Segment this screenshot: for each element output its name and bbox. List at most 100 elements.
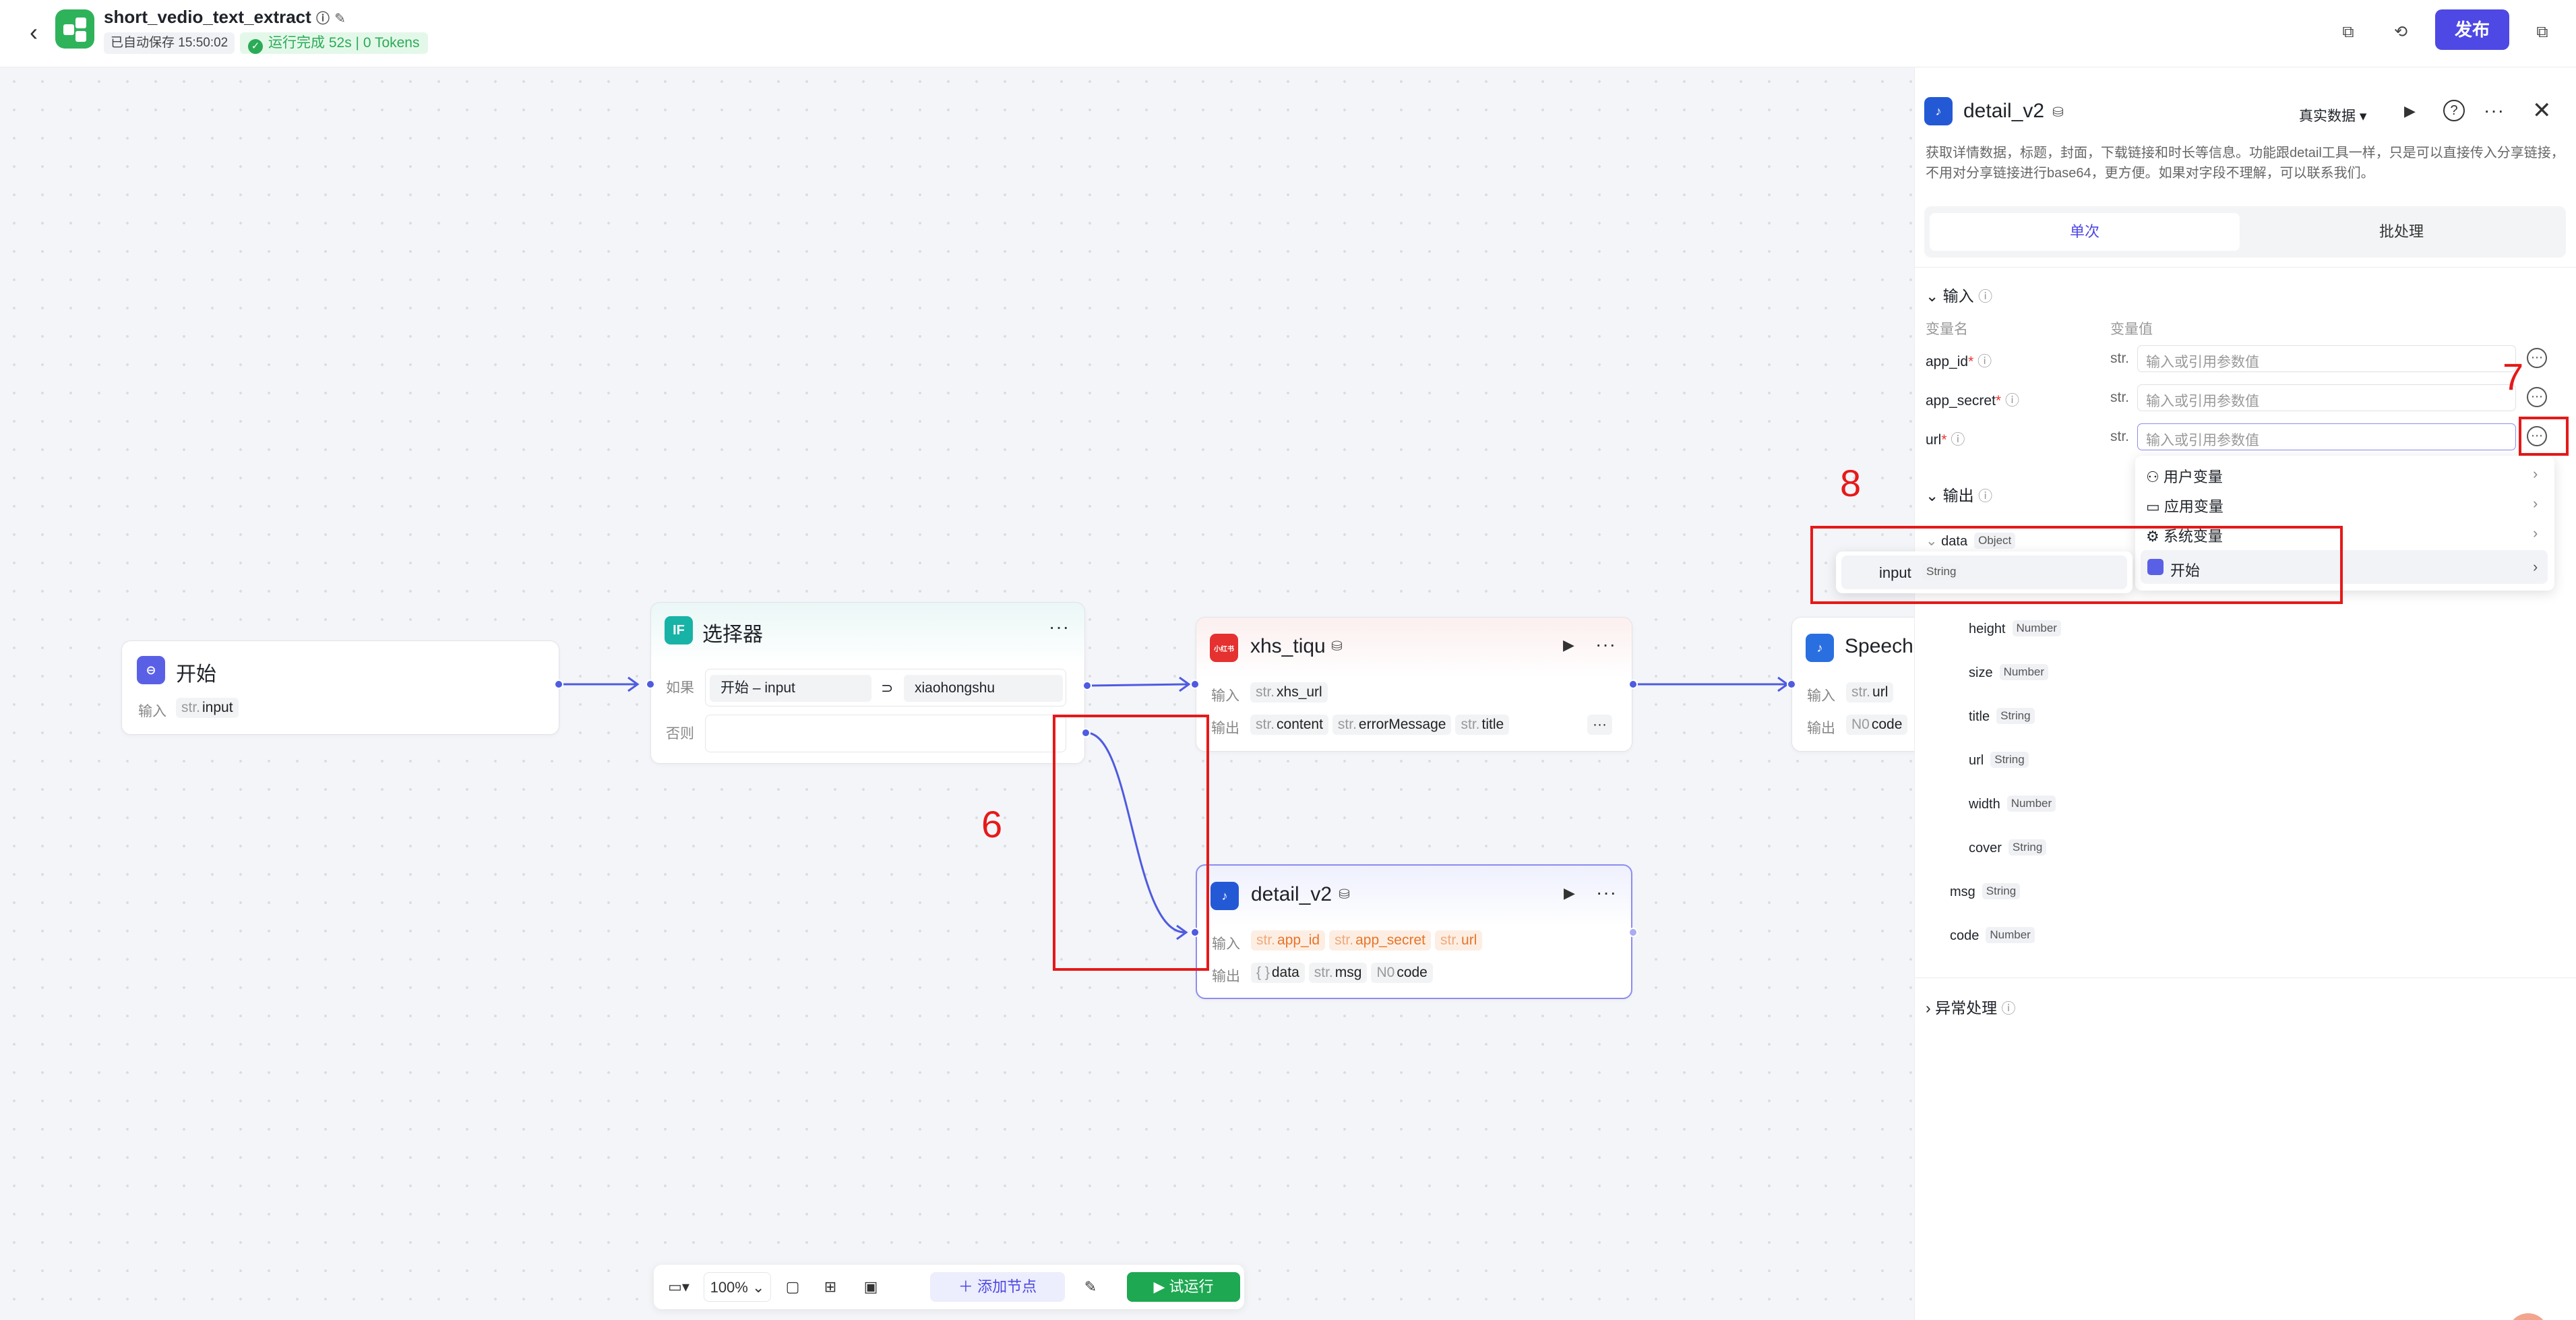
dropdown-app-variables[interactable]: ▭ 应用变量 xyxy=(2146,495,2224,516)
test-run-button[interactable]: ▶ 试运行 xyxy=(1127,1272,1240,1302)
param-type: str. xyxy=(2110,429,2130,444)
type-text: str. xyxy=(1256,717,1275,732)
selector-node[interactable]: IF 选择器 ··· 如果 开始 – input ⊃ xiaohongshu 否… xyxy=(650,602,1085,764)
edit-icon[interactable]: ✎ xyxy=(334,11,346,26)
copy-icon[interactable]: ⧉ xyxy=(2333,18,2363,47)
tab-single[interactable]: 单次 xyxy=(1930,213,2240,251)
chevron-right-icon: › xyxy=(2533,465,2538,482)
output-name: width xyxy=(1969,797,2000,812)
placeholder-text: 输入或引用参数值 xyxy=(2146,394,2259,409)
panel-title: detail_v2 xyxy=(1963,100,2045,122)
speech-icon: ♪ xyxy=(1806,634,1834,662)
condition-row[interactable]: 开始 – input ⊃ xiaohongshu xyxy=(705,669,1066,707)
condition-left[interactable]: 开始 – input xyxy=(710,675,871,702)
divider xyxy=(1915,267,2576,268)
output-name: size xyxy=(1969,665,1993,680)
input-section-title: 输入 xyxy=(1942,287,1974,305)
xiaohongshu-icon: 小红书 xyxy=(1210,634,1238,662)
workflow-canvas[interactable]: ⊖ 开始 输入 str. input IF 选择器 ··· 如果 开始 – inp… xyxy=(0,67,1953,1320)
layout-icon[interactable]: ⊞ xyxy=(816,1272,845,1302)
output-msg: msg String xyxy=(1950,883,2021,900)
chevron-right-icon: › xyxy=(2533,524,2538,541)
selector-if-port[interactable] xyxy=(1082,681,1092,690)
info-icon: ⓘ xyxy=(1978,289,1993,305)
condition-operator[interactable]: ⊃ xyxy=(881,675,893,702)
required-mark: * xyxy=(1995,393,2002,409)
more-icon[interactable]: ··· xyxy=(1596,882,1617,903)
image-icon[interactable]: ▣ xyxy=(856,1272,886,1302)
output-width: width Number xyxy=(1969,796,2056,812)
more-window-icon[interactable]: ⧉ xyxy=(2527,18,2557,47)
plugin-store-icon: ⛁ xyxy=(2052,105,2064,120)
app-secret-input[interactable]: 输入或引用参数值 xyxy=(2137,384,2516,411)
reference-variable-icon[interactable]: ⋯ xyxy=(2527,348,2547,368)
dropdown-user-variables[interactable]: ⚇ 用户变量 xyxy=(2146,465,2223,487)
user-icon: ⚇ xyxy=(2146,469,2159,485)
var-name: content xyxy=(1277,717,1323,732)
more-outputs-chip[interactable]: ··· xyxy=(1587,715,1612,735)
panel-description: 获取详情数据，标题，封面，下载链接和时长等信息。功能跟detail工具一样，只是… xyxy=(1926,146,2565,181)
input-section-header[interactable]: ⌄ 输入 ⓘ xyxy=(1926,283,1992,306)
chevron-down-icon: ⌄ xyxy=(1926,287,1939,305)
mode-tabs: 单次 批处理 xyxy=(1924,206,2566,258)
start-output-port[interactable] xyxy=(554,680,563,689)
chevron-down-icon: ⌄ xyxy=(752,1279,765,1296)
more-icon[interactable]: ··· xyxy=(2484,100,2505,121)
run-node-icon[interactable]: ▶ xyxy=(1564,884,1575,902)
add-node-button[interactable]: ＋ 添加节点 xyxy=(930,1272,1065,1302)
output-section-header[interactable]: ⌄ 输出 ⓘ xyxy=(1926,483,1992,506)
param-name-app-secret: app_secret* ⓘ xyxy=(1926,390,2019,410)
douyin-icon: ♪ xyxy=(1210,882,1239,910)
xhs-input-port[interactable] xyxy=(1190,680,1200,689)
speech-title: Speech xyxy=(1845,635,1913,657)
xhs-output-port[interactable] xyxy=(1628,680,1638,689)
placeholder-text: 输入或引用参数值 xyxy=(2146,355,2259,370)
speech-input-port[interactable] xyxy=(1787,680,1796,689)
run-icon[interactable]: ▶ xyxy=(2404,102,2416,120)
start-input-chip: str. input xyxy=(176,698,239,718)
app-id-input[interactable]: 输入或引用参数值 xyxy=(2137,345,2516,372)
param-name-url: url* ⓘ xyxy=(1926,429,1965,449)
bottom-toolbar: ▭▾ 100% ⌄ ▢ ⊞ ▣ ＋ 添加节点 ✎ ▶ 试运行 xyxy=(654,1265,1244,1309)
close-icon[interactable]: ✕ xyxy=(2532,97,2552,124)
condition-right[interactable]: xiaohongshu xyxy=(904,675,1063,702)
output-url: url String xyxy=(1969,752,2029,769)
wrench-icon[interactable]: ✎ xyxy=(1076,1272,1105,1302)
param-name-text: app_id xyxy=(1926,354,1969,369)
history-icon[interactable]: ⟲ xyxy=(2386,18,2416,47)
output-name: url xyxy=(1969,753,1984,768)
publish-button[interactable]: 发布 xyxy=(2435,9,2509,50)
more-icon[interactable]: ··· xyxy=(1049,616,1070,638)
input-chip: str. xhs_url xyxy=(1250,682,1328,702)
var-name: app_id xyxy=(1277,932,1320,948)
else-row[interactable] xyxy=(705,715,1066,752)
plugin-store-icon: ⛁ xyxy=(1331,639,1343,654)
output-type-tag: String xyxy=(1982,883,2021,899)
output-type-tag: String xyxy=(2008,839,2047,856)
url-input[interactable]: 输入或引用参数值 xyxy=(2137,423,2516,450)
info-icon[interactable]: ⓘ xyxy=(316,11,330,26)
output-height: height Number xyxy=(1969,620,2061,637)
more-icon[interactable]: ··· xyxy=(1595,634,1616,655)
comment-icon[interactable]: ▢ xyxy=(778,1272,807,1302)
selector-input-port[interactable] xyxy=(646,680,655,689)
exception-section-header[interactable]: › 异常处理 ⓘ xyxy=(1926,995,2015,1018)
detail-output-port[interactable] xyxy=(1628,928,1638,937)
assistant-avatar[interactable] xyxy=(2508,1313,2548,1320)
zoom-select[interactable]: 100% ⌄ xyxy=(704,1272,771,1302)
output-type-tag: Number xyxy=(1999,664,2049,680)
detail-outputs: { } data str. msg N0 code xyxy=(1251,963,1437,983)
back-chevron-icon[interactable]: ‹ xyxy=(20,19,47,46)
minimap-icon[interactable]: ▭▾ xyxy=(661,1272,697,1302)
data-mode-select[interactable]: 真实数据 ▾ xyxy=(2299,105,2366,125)
xhs-node[interactable]: 小红书 xhs_tiqu ⛁ ▶ ··· 输入 str. xhs_url 输出 s… xyxy=(1196,617,1632,752)
run-node-icon[interactable]: ▶ xyxy=(1563,636,1574,654)
input-chip: str. app_secret xyxy=(1329,930,1431,951)
tab-batch[interactable]: 批处理 xyxy=(2246,213,2556,251)
start-node[interactable]: ⊖ 开始 输入 str. input xyxy=(121,640,559,735)
detail-node[interactable]: ♪ detail_v2 ⛁ ▶ ··· 输入 str. app_id str. app… xyxy=(1196,864,1632,999)
var-name: data xyxy=(1271,965,1299,980)
help-icon[interactable]: ? xyxy=(2443,100,2465,121)
reference-variable-icon[interactable]: ⋯ xyxy=(2527,387,2547,407)
param-type: str. xyxy=(2110,390,2130,405)
